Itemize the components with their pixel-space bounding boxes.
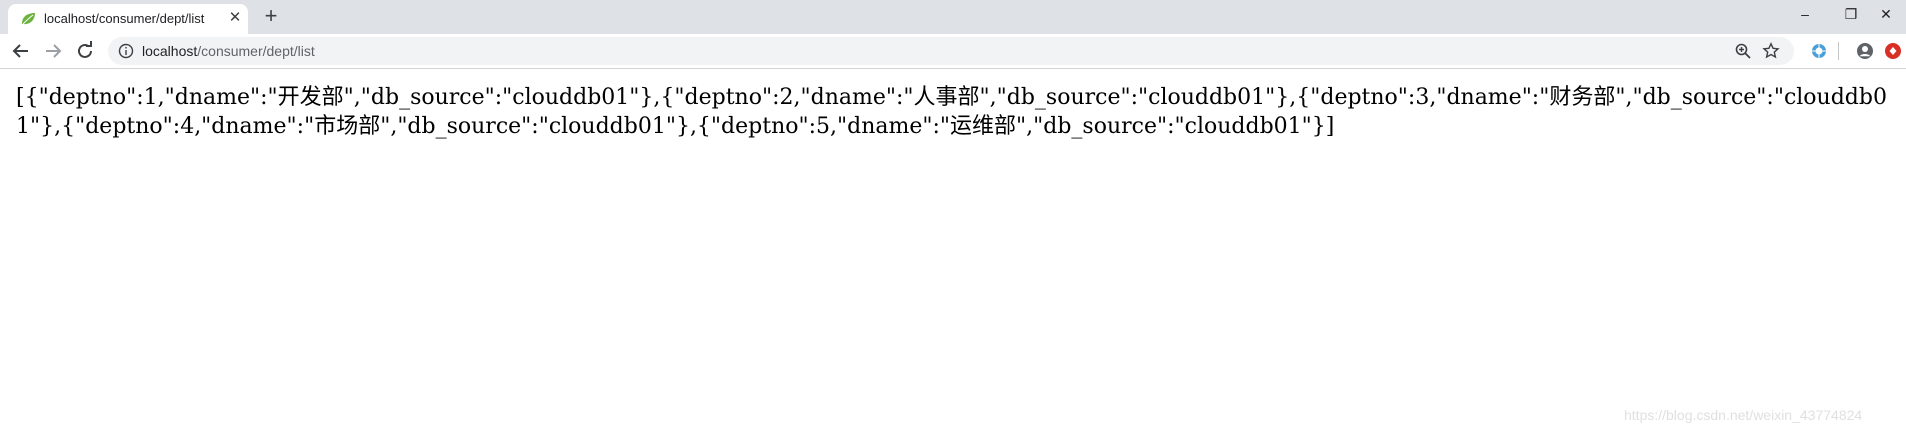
spring-leaf-icon bbox=[22, 13, 35, 25]
minimize-button[interactable]: – bbox=[1782, 0, 1828, 30]
info-icon[interactable] bbox=[118, 43, 134, 59]
tab-active[interactable]: localhost/consumer/dept/list ✕ bbox=[8, 4, 248, 34]
toolbar-divider bbox=[1838, 42, 1839, 60]
reload-icon[interactable] bbox=[73, 39, 97, 63]
profile-icon[interactable] bbox=[1856, 42, 1874, 60]
browser-toolbar: localhost/consumer/dept/list bbox=[0, 34, 1906, 69]
address-bar[interactable]: localhost/consumer/dept/list bbox=[108, 37, 1794, 65]
back-icon[interactable] bbox=[9, 39, 33, 63]
tab-title: localhost/consumer/dept/list bbox=[44, 11, 205, 26]
close-window-button[interactable]: ✕ bbox=[1866, 0, 1906, 30]
star-icon[interactable] bbox=[1762, 42, 1780, 60]
url-path: /consumer/dept/list bbox=[197, 43, 315, 59]
extension-red-icon[interactable] bbox=[1884, 42, 1902, 60]
tab-strip: localhost/consumer/dept/list ✕ + – ❐ ✕ bbox=[0, 0, 1906, 34]
tab-close-icon[interactable]: ✕ bbox=[226, 9, 244, 27]
extension-icon[interactable] bbox=[1810, 42, 1828, 60]
json-response-text: [{"deptno":1,"dname":"开发部","db_source":"… bbox=[16, 85, 1887, 139]
page-content: [{"deptno":1,"dname":"开发部","db_source":"… bbox=[0, 69, 1906, 437]
new-tab-button[interactable]: + bbox=[260, 5, 282, 28]
watermark-text: https://blog.csdn.net/weixin_43774824 bbox=[1624, 407, 1863, 423]
url-text[interactable]: localhost/consumer/dept/list bbox=[142, 43, 315, 59]
forward-icon[interactable] bbox=[41, 39, 65, 63]
zoom-icon[interactable] bbox=[1734, 42, 1752, 60]
browser-window: localhost/consumer/dept/list ✕ + – ❐ ✕ l… bbox=[0, 0, 1906, 437]
url-host: localhost bbox=[142, 43, 198, 59]
